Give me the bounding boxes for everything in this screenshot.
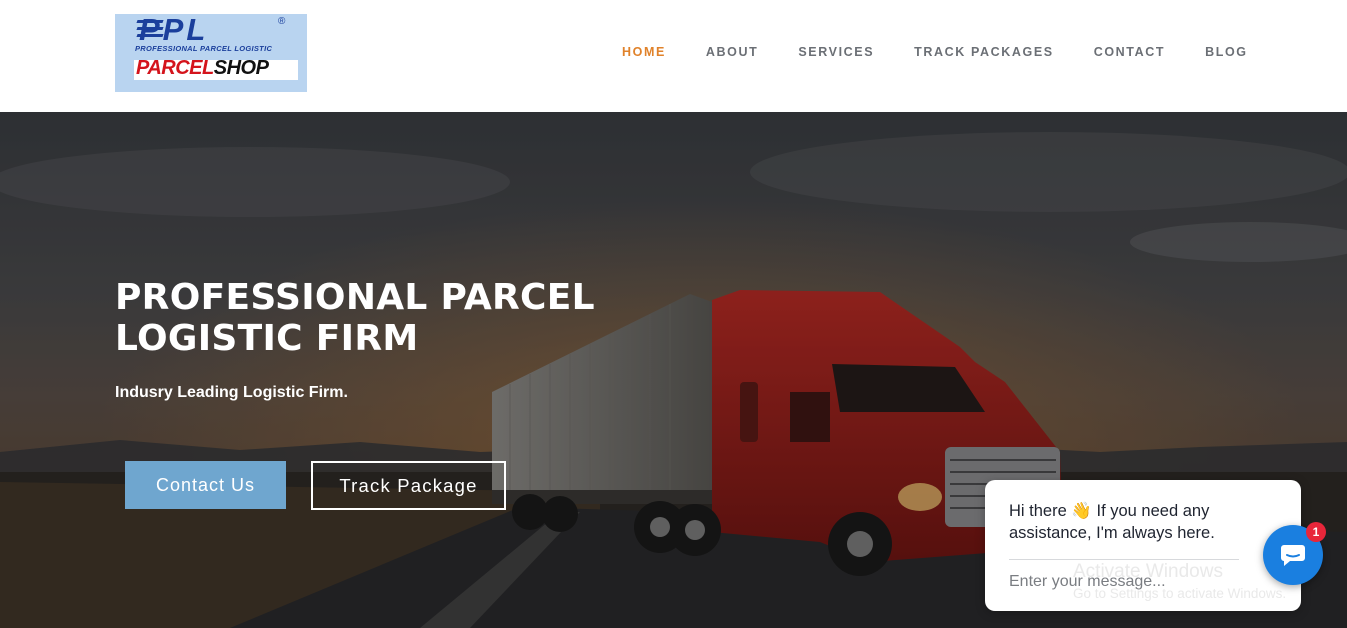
chat-bubble-icon [1281, 545, 1305, 566]
activate-windows-title: Activate Windows [1073, 561, 1223, 582]
hero-title: PROFESSIONAL PARCEL LOGISTIC FIRM [115, 277, 595, 359]
nav-home[interactable]: HOME [622, 45, 666, 59]
ppl-parcelshop-logo[interactable]: PPL ® PROFESSIONAL PARCEL LOGISTIC PARCE… [115, 14, 307, 92]
nav-services[interactable]: SERVICES [798, 45, 874, 59]
nav-about[interactable]: ABOUT [706, 45, 758, 59]
hero-subtitle: Indusry Leading Logistic Firm. [115, 384, 348, 401]
chat-greeting-message: Hi there 👋 If you need any assistance, I… [1009, 502, 1215, 542]
nav-contact[interactable]: CONTACT [1094, 45, 1165, 59]
logo-registered-mark: ® [278, 16, 286, 27]
nav-track-packages[interactable]: TRACK PACKAGES [914, 45, 1054, 59]
logo-brand: PPL [139, 14, 209, 47]
logo-parcel-text: PARCEL [136, 57, 214, 79]
logo-parcelshop: PARCELSHOP [136, 57, 269, 80]
logo-tagline: PROFESSIONAL PARCEL LOGISTIC [135, 44, 273, 53]
site-header: PPL ® PROFESSIONAL PARCEL LOGISTIC PARCE… [0, 0, 1347, 112]
activate-windows-subtitle: Go to Settings to activate Windows. [1073, 586, 1287, 601]
logo-shop-text: SHOP [213, 57, 269, 79]
main-nav: HOME ABOUT SERVICES TRACK PACKAGES CONTA… [622, 45, 1288, 59]
chat-unread-badge: 1 [1306, 522, 1326, 542]
nav-blog[interactable]: BLOG [1205, 45, 1248, 59]
chat-divider [1009, 559, 1239, 560]
contact-us-button[interactable]: Contact Us [125, 461, 286, 509]
track-package-button[interactable]: Track Package [311, 461, 506, 510]
